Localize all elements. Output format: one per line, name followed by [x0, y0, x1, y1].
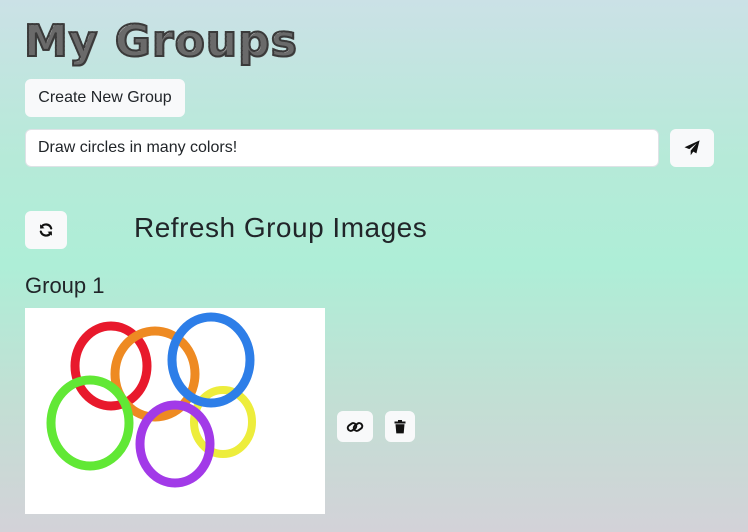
copy-link-button[interactable]	[337, 411, 373, 442]
group-image	[25, 308, 325, 514]
group-image-drawing	[46, 312, 256, 488]
send-button[interactable]	[670, 129, 714, 167]
refresh-icon	[38, 222, 54, 238]
delete-button[interactable]	[385, 411, 415, 442]
link-icon	[346, 420, 364, 434]
refresh-heading: Refresh Group Images	[134, 212, 428, 243]
refresh-button[interactable]	[25, 211, 67, 249]
paper-plane-icon	[684, 140, 700, 156]
group-title: Group 1	[25, 273, 105, 298]
trash-icon	[394, 419, 406, 434]
create-group-button[interactable]: Create New Group	[25, 79, 185, 117]
page-title: My Groups	[23, 14, 298, 70]
prompt-input[interactable]	[25, 129, 659, 167]
